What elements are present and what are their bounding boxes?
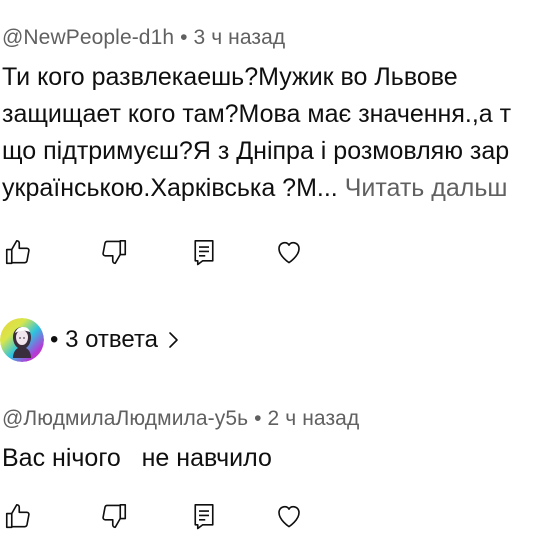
avatar-image [0, 318, 44, 362]
comment-reply-icon [194, 239, 214, 266]
comment-text-line: Вас нічого не навчило [2, 444, 272, 472]
replies-count: • 3 ответа [50, 326, 158, 354]
comment-text-line-last: українською.Харківська ?М... Читать даль… [2, 170, 511, 207]
comment-text: Вас нічого не навчило [2, 440, 272, 477]
dislike-button[interactable] [96, 234, 132, 270]
reply-button[interactable] [186, 234, 222, 270]
chevron-right-icon [166, 330, 180, 350]
comment-text-line: що підтримуєш?Я з Дніпра і розмовляю зар [2, 137, 510, 165]
comment-text-line: українською.Харківська ?М... [2, 174, 338, 202]
comment-author[interactable]: @NewPeople-d1h [2, 26, 174, 49]
thumbs-down-icon [102, 503, 127, 529]
comment-text-line: защищает кого там?Мова має значення.,а т [2, 100, 512, 128]
comment-actions [0, 234, 320, 274]
heart-icon [278, 505, 300, 528]
dislike-button[interactable] [96, 498, 132, 534]
read-more-link[interactable]: Читать дальш [345, 174, 508, 202]
comments-panel: @NewPeople-d1h • 3 ч назад Ти кого развл… [0, 0, 560, 560]
meta-separator: • [180, 26, 188, 49]
meta-separator: • [254, 407, 262, 430]
view-replies-button[interactable]: • 3 ответа [0, 312, 320, 368]
comment-time: 3 ч назад [193, 26, 286, 49]
comment-actions [0, 498, 320, 538]
heart-icon [278, 241, 300, 264]
comment-meta: @NewPeople-d1h • 3 ч назад [2, 26, 285, 50]
comment-text: Ти кого развлекаешь?Мужик во Львове защи… [2, 59, 511, 207]
thumbs-up-icon [5, 503, 30, 529]
like-button[interactable] [0, 498, 36, 534]
heart-button[interactable] [271, 498, 307, 534]
comment-text-line: Ти кого развлекаешь?Мужик во Львове [2, 63, 458, 91]
comment-time: 2 ч назад [267, 407, 360, 430]
comment-reply-icon [194, 503, 214, 530]
comment-meta: @ЛюдмилаЛюдмила-у5ь • 2 ч назад [2, 407, 359, 431]
heart-button[interactable] [271, 234, 307, 270]
like-button[interactable] [0, 234, 36, 270]
replies-bullet: • [50, 326, 59, 353]
comment-author[interactable]: @ЛюдмилаЛюдмила-у5ь [2, 407, 248, 430]
thumbs-down-icon [102, 239, 127, 265]
replies-label: 3 ответа [65, 326, 159, 353]
avatar [0, 318, 44, 362]
reply-button[interactable] [186, 498, 222, 534]
thumbs-up-icon [5, 239, 30, 265]
